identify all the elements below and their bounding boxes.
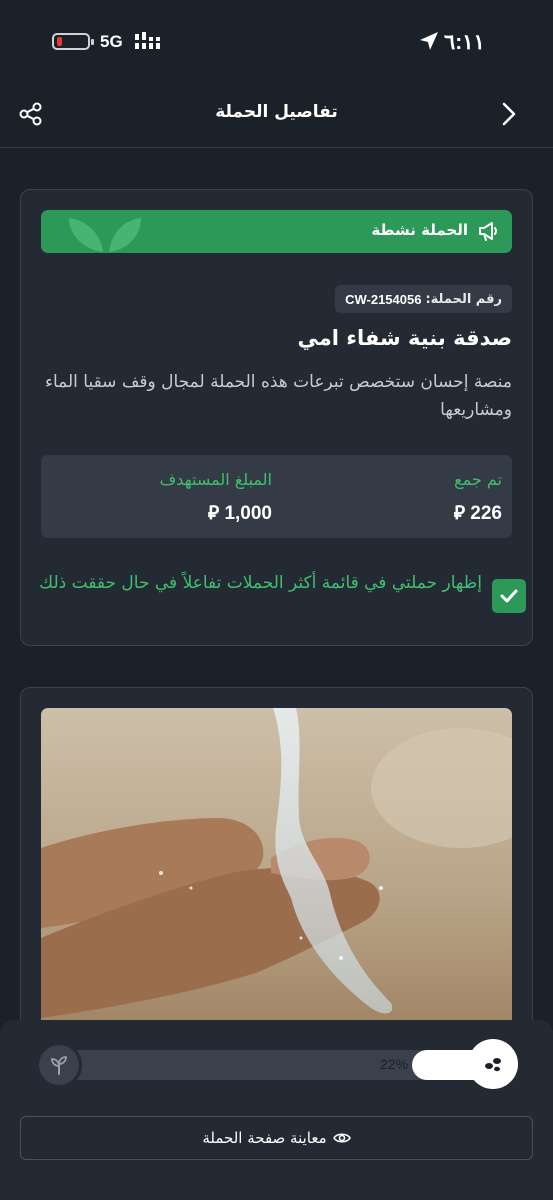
currency-icon: ⃁ [453, 502, 466, 524]
featured-checkbox[interactable] [492, 579, 526, 613]
target-value: 1,000 [224, 503, 272, 524]
campaign-id-badge: رقم الحملة: CW-2154056 [335, 285, 512, 313]
campaign-info-card: الحملة نشطة رقم الحملة: CW-2154056 صدقة … [20, 189, 533, 646]
location-arrow-icon [420, 32, 438, 50]
stats-box: تم جمع 226 ⃁ المبلغ المستهدف 1,000 ⃁ [41, 455, 512, 538]
campaign-image-card [20, 687, 533, 1047]
collected-amount: 226 ⃁ [454, 501, 502, 525]
chevron-right-icon[interactable] [496, 101, 522, 127]
status-banner: الحملة نشطة [41, 210, 512, 253]
megaphone-icon [479, 222, 497, 241]
campaign-id-label: رقم الحملة: [425, 291, 502, 307]
leaves-decoration-icon [69, 218, 141, 252]
seeds-icon [468, 1039, 518, 1089]
sprout-icon [36, 1042, 82, 1088]
progress-percent: 22% [380, 1056, 409, 1072]
preview-campaign-button[interactable]: معاينة صفحة الحملة [20, 1116, 533, 1160]
preview-button-label: معاينة صفحة الحملة [202, 1129, 327, 1147]
eye-icon [332, 1133, 351, 1143]
bottom-panel: 22% معاينة صفحة الحملة [0, 1020, 553, 1200]
page-title: تفاصيل الحملة [215, 102, 338, 122]
featured-option-label[interactable]: إظهار حملتي في قائمة أكثر الحملات تفاعلا… [32, 569, 482, 597]
collected-label: تم جمع [454, 470, 502, 489]
status-time: ٦:١١ [444, 31, 485, 54]
progress-bar: 22% [36, 1050, 518, 1080]
collected-value: 226 [470, 503, 502, 524]
network-label: 5G [100, 32, 123, 51]
signal-icon [135, 32, 160, 49]
target-label: المبلغ المستهدف [159, 470, 272, 489]
battery-icon [52, 33, 94, 50]
currency-icon: ⃁ [207, 502, 220, 524]
status-label: الحملة نشطة [371, 221, 468, 239]
campaign-photo [41, 708, 512, 1028]
nav-header: تفاصيل الحملة [0, 84, 553, 148]
campaign-title: صدقة بنية شفاء امي [297, 326, 512, 350]
check-icon [500, 589, 518, 603]
campaign-description: منصة إحسان ستخصص تبرعات هذه الحملة لمجال… [44, 372, 512, 420]
status-bar: 5G ٦:١١ [0, 0, 553, 84]
target-amount: 1,000 ⃁ [208, 501, 272, 525]
campaign-id-value: CW-2154056 [345, 291, 422, 307]
